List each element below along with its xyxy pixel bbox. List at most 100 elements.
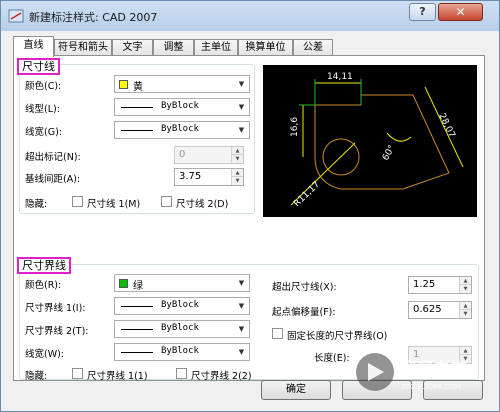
ok-button[interactable]: 确定 bbox=[261, 380, 331, 400]
ext-linetype2-value: ByBlock bbox=[161, 323, 199, 333]
suppress-ext-line-1-label: 尺寸界线 1(1) bbox=[87, 371, 148, 382]
suppress-dim-line-1-checkbox[interactable] bbox=[72, 196, 83, 207]
ext-color-select[interactable]: 绿 ▼ bbox=[114, 274, 250, 292]
fixed-length-checkbox[interactable] bbox=[272, 328, 283, 339]
spin-down-icon[interactable]: ▼ bbox=[232, 177, 243, 185]
ext-lineweight-value: ByBlock bbox=[161, 346, 199, 356]
dim-lineweight-label: 线宽(G): bbox=[25, 127, 62, 138]
chevron-down-icon: ▼ bbox=[238, 126, 245, 134]
chevron-down-icon: ▼ bbox=[238, 302, 245, 310]
line-sample bbox=[121, 306, 153, 307]
dim-color-value: 黄 bbox=[133, 82, 143, 93]
dim-suppress-label: 隐藏: bbox=[25, 199, 48, 210]
spinner-buttons: ▲ ▼ bbox=[459, 302, 471, 318]
dim-lineweight-select[interactable]: ByBlock ▼ bbox=[114, 121, 250, 139]
suppress-ext-line-1-checkbox[interactable] bbox=[72, 368, 83, 379]
preview-dim-angle: 60° bbox=[381, 144, 398, 163]
ext-lines-heading: 尺寸界线 bbox=[17, 257, 71, 274]
tab-alternate-units[interactable]: 换算单位 bbox=[238, 39, 293, 56]
tab-page-lines: 尺寸线 颜色(C): 黄 ▼ 线型(L): ByBlock ▼ 线宽(G): B… bbox=[13, 55, 485, 382]
spin-up-icon[interactable]: ▲ bbox=[460, 277, 471, 285]
extend-ticks-spinner[interactable]: 0 ▲ ▼ bbox=[174, 146, 244, 164]
tab-tolerances[interactable]: 公差 bbox=[293, 39, 333, 56]
chevron-down-icon: ▼ bbox=[238, 279, 245, 287]
ext-linetype1-select[interactable]: ByBlock ▼ bbox=[114, 297, 250, 315]
dim-linetype-label: 线型(L): bbox=[25, 104, 60, 115]
green-swatch bbox=[119, 279, 128, 288]
tab-fit[interactable]: 调整 bbox=[153, 39, 194, 56]
suppress-dim-line-1-label: 尺寸线 1(M) bbox=[87, 199, 141, 210]
preview-dim-right: 28,07 bbox=[436, 112, 456, 140]
line-sample bbox=[121, 329, 153, 330]
tab-primary-units[interactable]: 主单位 bbox=[194, 39, 238, 56]
line-sample bbox=[121, 352, 153, 353]
chevron-down-icon: ▼ bbox=[238, 103, 245, 111]
fixed-length-label: 固定长度的尺寸界线(O) bbox=[287, 331, 388, 342]
preview-pane: 14,11 16,6 28,07 60° R11,17 bbox=[263, 65, 477, 217]
window-title: 新建标注样式: CAD 2007 bbox=[29, 11, 158, 24]
close-button[interactable]: ✕ bbox=[438, 3, 483, 21]
chevron-down-icon: ▼ bbox=[238, 348, 245, 356]
spinner-buttons: ▲ ▼ bbox=[459, 277, 471, 293]
help-button[interactable]: ? bbox=[409, 3, 436, 21]
spin-down-icon[interactable]: ▼ bbox=[460, 310, 471, 318]
ext-linetype1-value: ByBlock bbox=[161, 300, 199, 310]
app-icon bbox=[8, 9, 24, 23]
suppress-dim-line-2-checkbox[interactable] bbox=[161, 196, 172, 207]
ext-linetype2-label: 尺寸界线 2(T): bbox=[25, 326, 89, 337]
ext-color-label: 颜色(R): bbox=[25, 280, 62, 291]
preview-dim-radius: R11,17 bbox=[292, 180, 322, 209]
ext-lineweight-label: 线宽(W): bbox=[25, 349, 65, 360]
chevron-down-icon: ▼ bbox=[238, 325, 245, 333]
tab-symbols-arrows[interactable]: 符号和箭头 bbox=[54, 39, 112, 56]
ext-color-value: 绿 bbox=[133, 281, 143, 292]
watermark-brand: 溜溜自学 bbox=[399, 359, 467, 380]
watermark-logo: 溜溜自学 ZIXUE.3066.COM bbox=[356, 353, 467, 391]
origin-offset-spinner[interactable]: 0.625 ▲ ▼ bbox=[408, 301, 472, 319]
title-bar: 新建标注样式: CAD 2007 ? ✕ bbox=[1, 1, 499, 31]
dim-lines-heading: 尺寸线 bbox=[17, 58, 60, 75]
line-sample bbox=[121, 107, 153, 108]
ext-linetype1-label: 尺寸界线 1(I): bbox=[25, 303, 86, 314]
dimension-preview-drawing: 14,11 16,6 28,07 60° R11,17 bbox=[290, 72, 464, 209]
dim-lineweight-value: ByBlock bbox=[161, 124, 199, 134]
baseline-spacing-label: 基线间距(A): bbox=[25, 174, 81, 185]
dimension-style-dialog: 新建标注样式: CAD 2007 ? ✕ 直线 符号和箭头 文字 调整 主单位 … bbox=[0, 0, 500, 412]
extend-beyond-label: 超出尺寸线(X): bbox=[272, 282, 337, 293]
origin-offset-label: 起点偏移量(F): bbox=[272, 307, 336, 318]
yellow-swatch bbox=[119, 80, 128, 89]
spin-down-icon[interactable]: ▼ bbox=[232, 155, 243, 163]
dim-linetype-value: ByBlock bbox=[161, 101, 199, 111]
ext-lineweight-select[interactable]: ByBlock ▼ bbox=[114, 343, 250, 361]
baseline-spacing-value: 3.75 bbox=[179, 171, 202, 182]
dim-linetype-select[interactable]: ByBlock ▼ bbox=[114, 98, 250, 116]
suppress-ext-line-2-checkbox[interactable] bbox=[176, 368, 187, 379]
ext-suppress-label: 隐藏: bbox=[25, 371, 48, 382]
length-label: 长度(E): bbox=[314, 353, 350, 364]
preview-dim-top: 14,11 bbox=[327, 72, 353, 82]
extend-beyond-value: 1.25 bbox=[413, 279, 436, 290]
spin-down-icon[interactable]: ▼ bbox=[460, 285, 471, 293]
ext-linetype2-select[interactable]: ByBlock ▼ bbox=[114, 320, 250, 338]
suppress-ext-line-2-label: 尺寸界线 2(2) bbox=[191, 371, 252, 382]
spinner-buttons: ▲ ▼ bbox=[231, 147, 243, 163]
tab-text[interactable]: 文字 bbox=[112, 39, 153, 56]
line-sample bbox=[121, 130, 153, 131]
chevron-down-icon: ▼ bbox=[238, 80, 245, 88]
extend-beyond-spinner[interactable]: 1.25 ▲ ▼ bbox=[408, 276, 472, 294]
suppress-dim-line-2-label: 尺寸线 2(D) bbox=[176, 199, 229, 210]
dim-color-select[interactable]: 黄 ▼ bbox=[114, 75, 250, 93]
spin-up-icon[interactable]: ▲ bbox=[232, 169, 243, 177]
baseline-spacing-spinner[interactable]: 3.75 ▲ ▼ bbox=[174, 168, 244, 186]
preview-dim-left: 16,6 bbox=[290, 117, 300, 137]
tab-lines[interactable]: 直线 bbox=[13, 36, 54, 57]
dim-color-label: 颜色(C): bbox=[25, 81, 62, 92]
extend-ticks-value: 0 bbox=[179, 149, 186, 160]
extend-ticks-label: 超出标记(N): bbox=[25, 152, 81, 163]
spin-up-icon[interactable]: ▲ bbox=[232, 147, 243, 155]
origin-offset-value: 0.625 bbox=[413, 304, 442, 315]
spinner-buttons: ▲ ▼ bbox=[231, 169, 243, 185]
watermark-url: ZIXUE.3066.COM bbox=[401, 383, 461, 391]
spin-up-icon[interactable]: ▲ bbox=[460, 302, 471, 310]
watermark: 溜溜自学 ZIXUE.3066.COM bbox=[353, 347, 493, 397]
